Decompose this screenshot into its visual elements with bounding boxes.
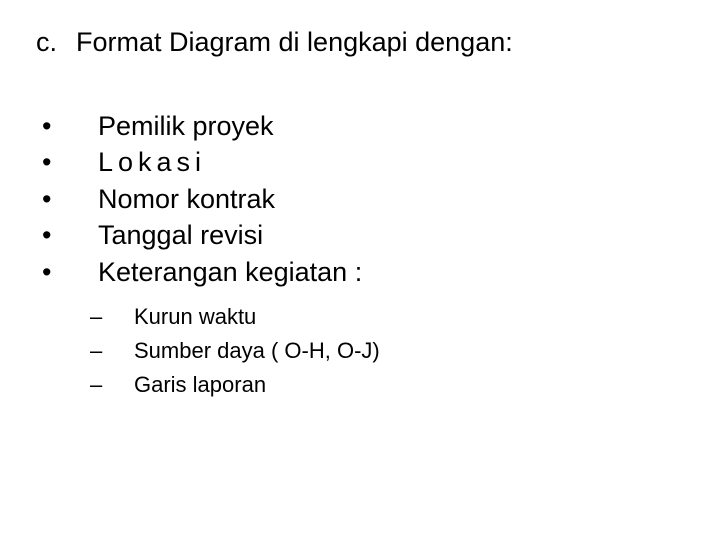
list-item-text: Kurun waktu <box>134 300 684 334</box>
list-item: • Lokasi <box>42 144 684 180</box>
list-item-text: Sumber daya ( O-H, O-J) <box>134 334 684 368</box>
list-item: • Pemilik proyek <box>42 108 684 144</box>
list-item-text: Garis laporan <box>134 368 684 402</box>
list-item-text: Keterangan kegiatan : <box>98 254 684 290</box>
list-item-text: Pemilik proyek <box>98 108 684 144</box>
dash-icon: – <box>90 300 134 334</box>
dash-icon: – <box>90 334 134 368</box>
bullet-list: • Pemilik proyek • Lokasi • Nomor kontra… <box>36 108 684 402</box>
bullet-icon: • <box>42 254 98 290</box>
list-item-text: Nomor kontrak <box>98 181 684 217</box>
sub-list: – Kurun waktu – Sumber daya ( O-H, O-J) … <box>42 300 684 402</box>
dash-icon: – <box>90 368 134 402</box>
list-item: – Kurun waktu <box>90 300 684 334</box>
heading-text: Format Diagram di lengkapi dengan: <box>76 26 684 60</box>
heading-marker: c. <box>36 26 76 60</box>
list-item: • Nomor kontrak <box>42 181 684 217</box>
list-item: – Sumber daya ( O-H, O-J) <box>90 334 684 368</box>
list-item: • Keterangan kegiatan : <box>42 254 684 290</box>
heading: c. Format Diagram di lengkapi dengan: <box>36 26 684 60</box>
bullet-icon: • <box>42 108 98 144</box>
list-item: • Tanggal revisi <box>42 217 684 253</box>
slide: c. Format Diagram di lengkapi dengan: • … <box>0 0 720 402</box>
list-item-text: Tanggal revisi <box>98 217 684 253</box>
bullet-icon: • <box>42 144 98 180</box>
bullet-icon: • <box>42 181 98 217</box>
list-item-text: Lokasi <box>98 144 684 180</box>
bullet-icon: • <box>42 217 98 253</box>
list-item: – Garis laporan <box>90 368 684 402</box>
